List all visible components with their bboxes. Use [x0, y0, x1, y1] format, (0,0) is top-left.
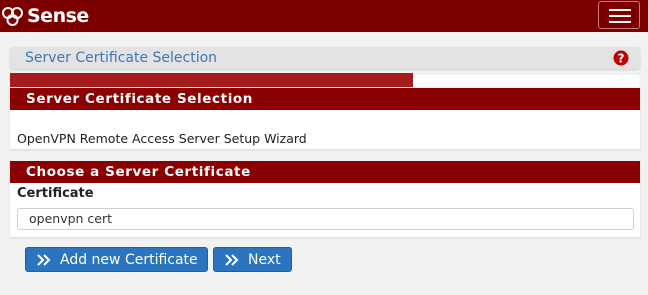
breadcrumb: Server Certificate Selection ? — [10, 47, 640, 69]
wizard-progress-bar — [10, 73, 640, 87]
certificate-select[interactable]: openvpn cert — [17, 208, 634, 230]
next-button[interactable]: Next — [213, 247, 292, 272]
wizard-description: OpenVPN Remote Access Server Setup Wizar… — [17, 131, 307, 146]
hamburger-menu-icon — [609, 21, 631, 23]
hamburger-menu-icon — [609, 15, 631, 17]
wizard-progress-fill — [10, 73, 414, 87]
add-certificate-label: Add new Certificate — [60, 251, 198, 268]
hamburger-menu-icon — [609, 9, 631, 11]
next-label: Next — [248, 251, 281, 268]
certificate-label: Certificate — [17, 186, 94, 201]
logo-icon — [2, 7, 23, 26]
logo-wordmark: Sense — [27, 5, 89, 27]
section-heading: Choose a Server Certificate — [10, 161, 640, 183]
help-icon[interactable]: ? — [613, 50, 629, 66]
menu-toggle-button[interactable] — [598, 1, 640, 29]
section-heading: Server Certificate Selection — [10, 88, 640, 110]
page-title[interactable]: Server Certificate Selection — [25, 50, 217, 66]
certificate-panel: Choose a Server Certificate Certificate … — [10, 161, 640, 237]
intro-panel: Server Certificate Selection OpenVPN Rem… — [10, 88, 640, 149]
svg-text:?: ? — [618, 51, 625, 65]
add-certificate-button[interactable]: Add new Certificate — [25, 247, 208, 272]
brand-logo[interactable]: Sense — [0, 2, 89, 30]
double-chevron-right-icon — [225, 253, 239, 266]
double-chevron-right-icon — [37, 253, 51, 266]
top-navbar: Sense — [0, 0, 648, 32]
